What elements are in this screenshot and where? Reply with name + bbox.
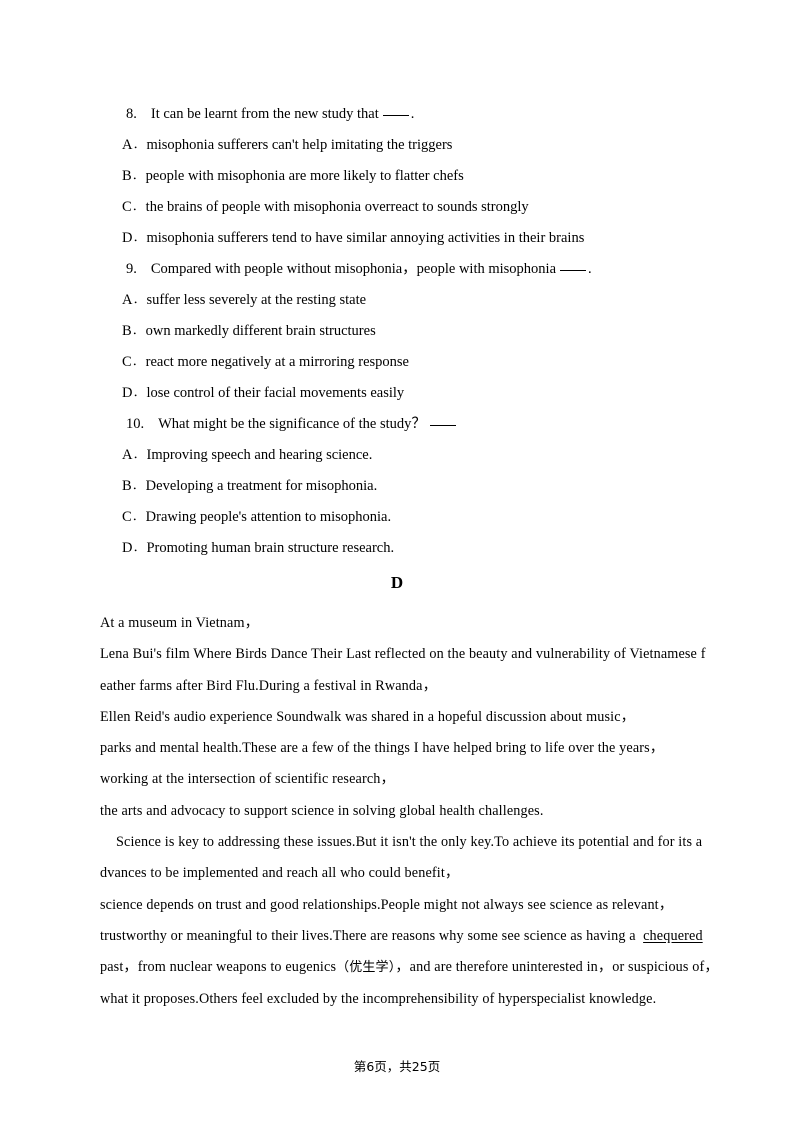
option-dot: ． — [132, 139, 144, 151]
question-8-number: 8. — [126, 106, 137, 122]
option-letter: C — [122, 199, 132, 215]
option-dot: ． — [132, 325, 144, 337]
option-text: people with misophonia are more likely t… — [145, 168, 464, 184]
passage-line: Science is key to addressing these issue… — [116, 834, 703, 851]
option-text: suffer less severely at the resting stat… — [146, 292, 367, 308]
passage-text-after-gloss: ，and are therefore uninterested in，or su… — [395, 959, 719, 976]
option-text: react more negatively at a mirroring res… — [145, 354, 409, 370]
question-8-option-a[interactable]: A． misophonia sufferers can't help imitat… — [0, 130, 794, 161]
option-letter: C — [122, 509, 132, 525]
passage-body: At a museum in Vietnam， Lena Bui's film … — [100, 608, 719, 1015]
option-letter: D — [122, 385, 133, 401]
option-letter: B — [122, 168, 132, 184]
passage-line: working at the intersection of scientifi… — [100, 771, 395, 788]
option-text: Promoting human brain structure research… — [146, 540, 395, 556]
passage-line-with-gloss: past，from nuclear weapons to eugenics（优生… — [100, 952, 719, 983]
option-letter: A — [122, 137, 133, 153]
passage-line: Ellen Reid's audio experience Soundwalk … — [100, 708, 636, 725]
option-text: the brains of people with misophonia ove… — [145, 199, 529, 215]
question-8-option-d[interactable]: D． misophonia sufferers tend to have simi… — [0, 223, 794, 254]
footer-middle: 页，共 — [374, 1059, 412, 1074]
option-letter: B — [122, 323, 132, 339]
question-8-trailing: . — [410, 106, 415, 122]
question-10-option-b[interactable]: B． Developing a treatment for misophonia. — [0, 471, 794, 502]
question-8-option-b[interactable]: B． people with misophonia are more likely… — [0, 161, 794, 192]
option-text: Improving speech and hearing science. — [146, 447, 373, 463]
page-footer: 第6页，共25页 — [0, 1056, 794, 1075]
option-dot: ． — [132, 356, 144, 368]
questions-section: 8. It can be learnt from the new study th… — [0, 99, 794, 564]
question-9-stem: 9. Compared with people without misophoni… — [0, 254, 794, 285]
footer-prefix: 第 — [353, 1059, 367, 1074]
chinese-gloss: （优生学） — [336, 960, 396, 976]
option-dot: ． — [132, 232, 144, 244]
question-8-text: It can be learnt from the new study that — [150, 106, 379, 122]
question-10-option-d[interactable]: D． Promoting human brain structure resear… — [0, 533, 794, 564]
footer-suffix: 页 — [427, 1059, 441, 1074]
section-heading-d: D — [390, 573, 404, 592]
option-dot: ． — [132, 511, 144, 523]
question-10-text: What might be the significance of the st… — [158, 416, 426, 432]
option-dot: ． — [132, 294, 144, 306]
option-letter: D — [122, 540, 133, 556]
option-text: own markedly different brain structures — [145, 323, 376, 339]
question-9-text: Compared with people without misophonia，… — [150, 261, 557, 277]
underlined-term-chequered: chequered — [643, 927, 703, 944]
question-9-blank — [560, 270, 587, 271]
question-10-stem: 10. What might be the significance of the… — [0, 409, 794, 440]
document-page: 8. It can be learnt from the new study th… — [0, 0, 794, 1123]
passage-line: dvances to be implemented and reach all … — [100, 865, 460, 882]
passage-line: At a museum in Vietnam， — [100, 615, 259, 631]
question-8-stem: 8. It can be learnt from the new study th… — [0, 99, 794, 130]
option-letter: D — [122, 230, 133, 246]
option-letter: C — [122, 354, 132, 370]
question-8-blank — [382, 115, 409, 116]
passage-line: what it proposes.Others feel excluded by… — [100, 990, 657, 1007]
passage-text-before-term: trustworthy or meaningful to their lives… — [100, 927, 636, 944]
question-8-option-c[interactable]: C． the brains of people with misophonia o… — [0, 192, 794, 223]
footer-total-pages: 25 — [411, 1059, 428, 1074]
question-9-option-d[interactable]: D． lose control of their facial movements… — [0, 378, 794, 409]
option-dot: ． — [132, 170, 144, 182]
question-10-number: 10. — [126, 416, 145, 432]
passage-line: parks and mental health.These are a few … — [100, 740, 665, 757]
option-text: Drawing people's attention to misophonia… — [145, 509, 392, 525]
option-text: misophonia sufferers can't help imitatin… — [146, 137, 453, 153]
question-9-trailing: . — [588, 261, 592, 277]
option-dot: ． — [132, 201, 144, 213]
passage-line-with-underlined-term: trustworthy or meaningful to their lives… — [100, 921, 710, 952]
option-letter: A — [122, 447, 133, 463]
question-9-option-c[interactable]: C． react more negatively at a mirroring r… — [0, 347, 794, 378]
passage-line: eather farms after Bird Flu.During a fes… — [100, 677, 437, 694]
option-text: lose control of their facial movements e… — [146, 385, 405, 401]
option-dot: ． — [132, 542, 144, 554]
question-9-number: 9. — [126, 261, 137, 277]
question-9-option-b[interactable]: B． own markedly different brain structure… — [0, 316, 794, 347]
option-text: Developing a treatment for misophonia. — [145, 478, 378, 494]
question-9-option-a[interactable]: A． suffer less severely at the resting st… — [0, 285, 794, 316]
option-dot: ． — [132, 387, 144, 399]
question-10-option-c[interactable]: C． Drawing people's attention to misophon… — [0, 502, 794, 533]
passage-line: science depends on trust and good relati… — [100, 896, 674, 913]
question-10-option-a[interactable]: A． Improving speech and hearing science. — [0, 440, 794, 471]
question-10-blank — [429, 425, 456, 426]
option-dot: ． — [132, 449, 144, 461]
option-letter: A — [122, 292, 133, 308]
option-letter: B — [122, 478, 132, 494]
passage-text-before-gloss: past，from nuclear weapons to eugenics — [100, 959, 337, 976]
passage-line: Lena Bui's film Where Birds Dance Their … — [100, 646, 706, 663]
option-text: misophonia sufferers tend to have simila… — [146, 230, 585, 246]
option-dot: ． — [132, 480, 144, 492]
passage-line: the arts and advocacy to support science… — [100, 802, 544, 819]
